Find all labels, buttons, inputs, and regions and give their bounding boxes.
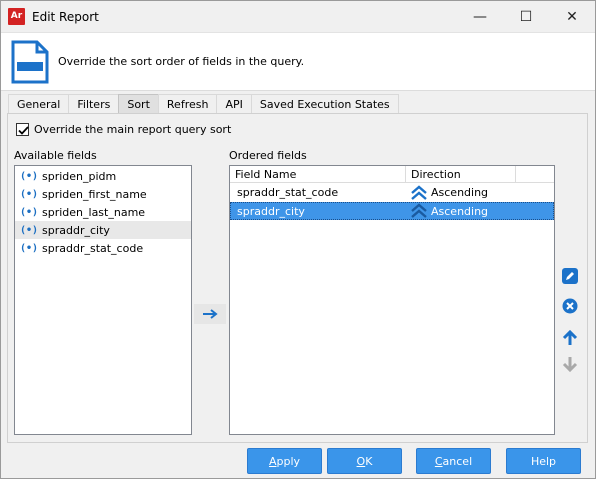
cancel-button[interactable]: Cancel: [416, 448, 491, 474]
field-icon: (•): [19, 170, 39, 182]
header-description: Override the sort order of fields in the…: [58, 55, 305, 68]
field-icon: (•): [19, 224, 39, 236]
help-button[interactable]: Help: [506, 448, 581, 474]
report-document-icon: [11, 40, 49, 84]
column-header-field-name[interactable]: Field Name: [230, 166, 406, 183]
apply-label: pply: [276, 454, 301, 468]
override-sort-label[interactable]: Override the main report query sort: [34, 123, 231, 136]
maximize-button[interactable]: ☐: [503, 1, 549, 33]
field-icon: (•): [19, 188, 39, 200]
field-icon: (•): [19, 242, 39, 254]
grid-header: Field Name Direction: [230, 166, 554, 183]
ok-mnemonic: O: [356, 454, 366, 468]
minimize-button[interactable]: —: [457, 1, 503, 33]
help-label: Help: [530, 454, 557, 468]
tab-refresh[interactable]: Refresh: [157, 94, 218, 113]
move-down-button[interactable]: [561, 355, 579, 373]
available-fields-label: Available fields: [14, 149, 97, 162]
ordered-fields-grid[interactable]: Field Name Direction spraddr_stat_code A…: [229, 165, 555, 435]
ascending-chevrons-icon[interactable]: [410, 185, 428, 201]
field-icon: (•): [19, 206, 39, 218]
tab-sort[interactable]: Sort: [118, 94, 159, 113]
add-field-button[interactable]: [194, 304, 226, 324]
direction-cell[interactable]: Ascending: [431, 184, 488, 202]
override-sort-checkbox-row[interactable]: Override the main report query sort: [16, 123, 231, 136]
ascending-chevrons-icon[interactable]: [410, 203, 428, 219]
remove-icon: [562, 298, 578, 314]
field-name: spriden_last_name: [42, 205, 146, 219]
title-bar[interactable]: Ar Edit Report — ☐ ✕: [1, 1, 595, 33]
field-name: spriden_pidm: [42, 169, 117, 183]
ok-label: K: [365, 454, 373, 468]
tab-filters[interactable]: Filters: [68, 94, 120, 113]
tab-general[interactable]: General: [8, 94, 70, 113]
column-header-direction[interactable]: Direction: [406, 166, 516, 183]
field-name: spraddr_stat_code: [42, 241, 144, 255]
field-name-cell: spraddr_stat_code: [237, 186, 339, 199]
list-item[interactable]: (•) spraddr_city: [15, 221, 191, 239]
checkmark-icon: [18, 126, 29, 135]
list-item[interactable]: (•) spriden_pidm: [15, 167, 191, 185]
tab-strip: General Filters Sort Refresh API Saved E…: [8, 94, 399, 114]
window-title: Edit Report: [32, 10, 99, 24]
remove-button[interactable]: [561, 297, 579, 315]
list-item[interactable]: (•) spriden_first_name: [15, 185, 191, 203]
field-name: spriden_first_name: [42, 187, 147, 201]
list-item[interactable]: (•) spraddr_stat_code: [15, 239, 191, 257]
close-button[interactable]: ✕: [549, 1, 595, 33]
tab-saved-execution-states[interactable]: Saved Execution States: [250, 94, 399, 113]
direction-cell[interactable]: Ascending: [431, 203, 488, 221]
app-logo-icon: Ar: [8, 8, 25, 25]
edit-button[interactable]: [561, 267, 579, 285]
dialog-header: Override the sort order of fields in the…: [1, 33, 595, 91]
table-row[interactable]: spraddr_city Ascending: [230, 202, 554, 220]
field-name-cell: spraddr_city: [237, 205, 305, 218]
tab-api[interactable]: API: [216, 94, 252, 113]
move-down-icon: [562, 357, 578, 372]
cancel-label: ancel: [442, 454, 473, 468]
ordered-fields-label: Ordered fields: [229, 149, 307, 162]
apply-button[interactable]: Apply: [247, 448, 322, 474]
move-up-icon: [562, 330, 578, 345]
field-name: spraddr_city: [42, 223, 110, 237]
table-row[interactable]: spraddr_stat_code Ascending: [230, 184, 554, 202]
available-fields-list[interactable]: (•) spriden_pidm (•) spriden_first_name …: [14, 165, 192, 435]
edit-icon: [562, 268, 578, 284]
arrow-right-icon: [203, 309, 218, 319]
override-sort-checkbox[interactable]: [16, 123, 29, 136]
cancel-mnemonic: C: [434, 454, 443, 468]
move-up-button[interactable]: [561, 329, 579, 347]
ok-button[interactable]: OK: [327, 448, 402, 474]
apply-mnemonic: A: [268, 454, 277, 468]
edit-report-window: Ar Edit Report — ☐ ✕ Override the sort o…: [0, 0, 596, 479]
list-item[interactable]: (•) spriden_last_name: [15, 203, 191, 221]
